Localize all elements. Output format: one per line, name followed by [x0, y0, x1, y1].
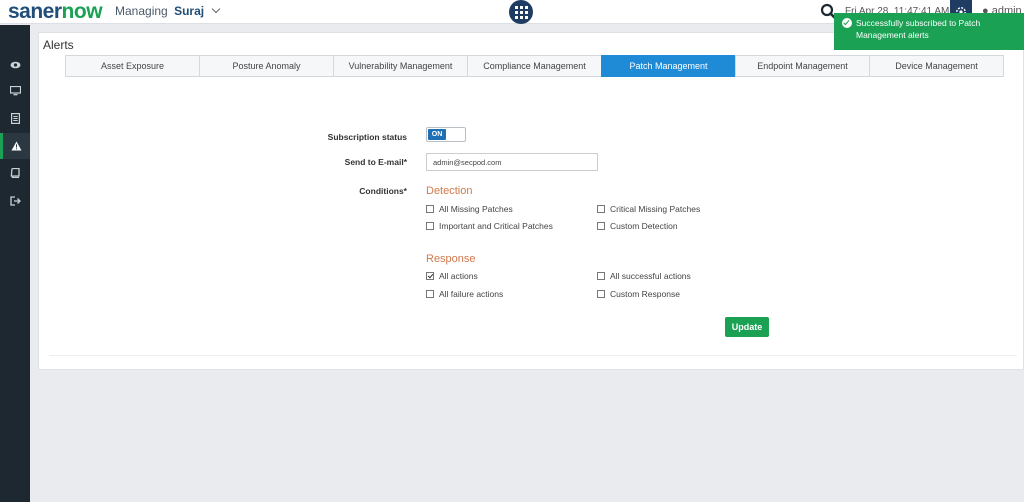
account-selector[interactable]: Managing Suraj [115, 4, 221, 18]
checkbox-critical-missing-patches[interactable]: Critical Missing Patches [597, 204, 700, 214]
checkbox-label: All Missing Patches [439, 204, 513, 214]
tab-asset-exposure[interactable]: Asset Exposure [65, 55, 200, 77]
tab-posture-anomaly[interactable]: Posture Anomaly [199, 55, 334, 77]
alert-tabs: Asset Exposure Posture Anomaly Vulnerabi… [65, 55, 1004, 77]
sidebar-item-overview[interactable] [0, 52, 30, 78]
alerts-panel: Alerts Asset Exposure Posture Anomaly Vu… [38, 32, 1024, 370]
checkbox-all-successful-actions[interactable]: All successful actions [597, 271, 691, 281]
logo-text-saner: saner [8, 0, 62, 23]
email-field[interactable] [426, 153, 598, 171]
managing-label: Managing [115, 4, 168, 18]
sidebar-item-docs[interactable] [0, 160, 30, 186]
sidebar-item-devices[interactable] [0, 78, 30, 104]
checkbox-label: All actions [439, 271, 478, 281]
checkbox-label: All successful actions [610, 271, 691, 281]
checkbox-label: All failure actions [439, 289, 504, 299]
checkbox-all-actions[interactable]: All actions [426, 271, 478, 281]
subscription-toggle[interactable]: ON [426, 127, 466, 142]
panel-divider [49, 355, 1017, 356]
checkbox-label: Custom Response [610, 289, 680, 299]
checkbox-all-missing-patches[interactable]: All Missing Patches [426, 204, 513, 214]
sidebar-item-logout[interactable] [0, 188, 30, 214]
response-heading: Response [426, 253, 476, 265]
tab-patch-management[interactable]: Patch Management [601, 55, 736, 77]
checkbox-custom-detection[interactable]: Custom Detection [597, 221, 678, 231]
checkbox-label: Custom Detection [610, 221, 678, 231]
monitor-icon [9, 86, 21, 96]
tab-endpoint-management[interactable]: Endpoint Management [735, 55, 870, 77]
checkbox-box [597, 222, 605, 230]
checkbox-box [426, 222, 434, 230]
checkbox-box [597, 205, 605, 213]
detection-heading: Detection [426, 185, 473, 197]
eye-icon [10, 61, 20, 69]
checkbox-box-checked [426, 272, 434, 280]
book-icon [10, 168, 20, 178]
warning-icon [11, 141, 22, 151]
checkbox-box [426, 205, 434, 213]
document-icon [10, 112, 20, 124]
tab-vulnerability-management[interactable]: Vulnerability Management [333, 55, 468, 77]
tab-device-management[interactable]: Device Management [869, 55, 1004, 77]
success-toast[interactable]: Successfully subscribed to Patch Managem… [834, 13, 1024, 50]
toggle-on-label: ON [428, 129, 446, 140]
logo-text-now: now [61, 0, 103, 23]
grid-icon [514, 5, 528, 19]
tab-compliance-management[interactable]: Compliance Management [467, 55, 602, 77]
checkbox-custom-response[interactable]: Custom Response [597, 289, 680, 299]
checkbox-box [426, 290, 434, 298]
conditions-label: Conditions* [359, 186, 407, 196]
sanernow-logo[interactable]: sanernow [8, 0, 103, 23]
chevron-down-icon [212, 4, 221, 14]
sidebar-item-reports[interactable] [0, 105, 30, 131]
sidebar [0, 25, 30, 502]
update-button[interactable]: Update [725, 317, 769, 337]
checkbox-important-and-critical-patches[interactable]: Important and Critical Patches [426, 221, 553, 231]
sidebar-item-alerts[interactable] [0, 133, 30, 159]
checkbox-label: Critical Missing Patches [610, 204, 701, 214]
account-name: Suraj [174, 4, 205, 18]
checkbox-box [597, 272, 605, 280]
checkbox-all-failure-actions[interactable]: All failure actions [426, 289, 503, 299]
apps-grid-button[interactable] [509, 0, 533, 24]
page-title: Alerts [43, 38, 74, 52]
checkbox-box [597, 290, 605, 298]
checkbox-label: Important and Critical Patches [439, 221, 553, 231]
subscription-status-label: Subscription status [327, 132, 407, 142]
email-label: Send to E-mail* [344, 157, 407, 167]
check-circle-icon [842, 18, 852, 28]
logout-icon [9, 196, 21, 206]
toast-message: Successfully subscribed to Patch Managem… [856, 18, 981, 40]
